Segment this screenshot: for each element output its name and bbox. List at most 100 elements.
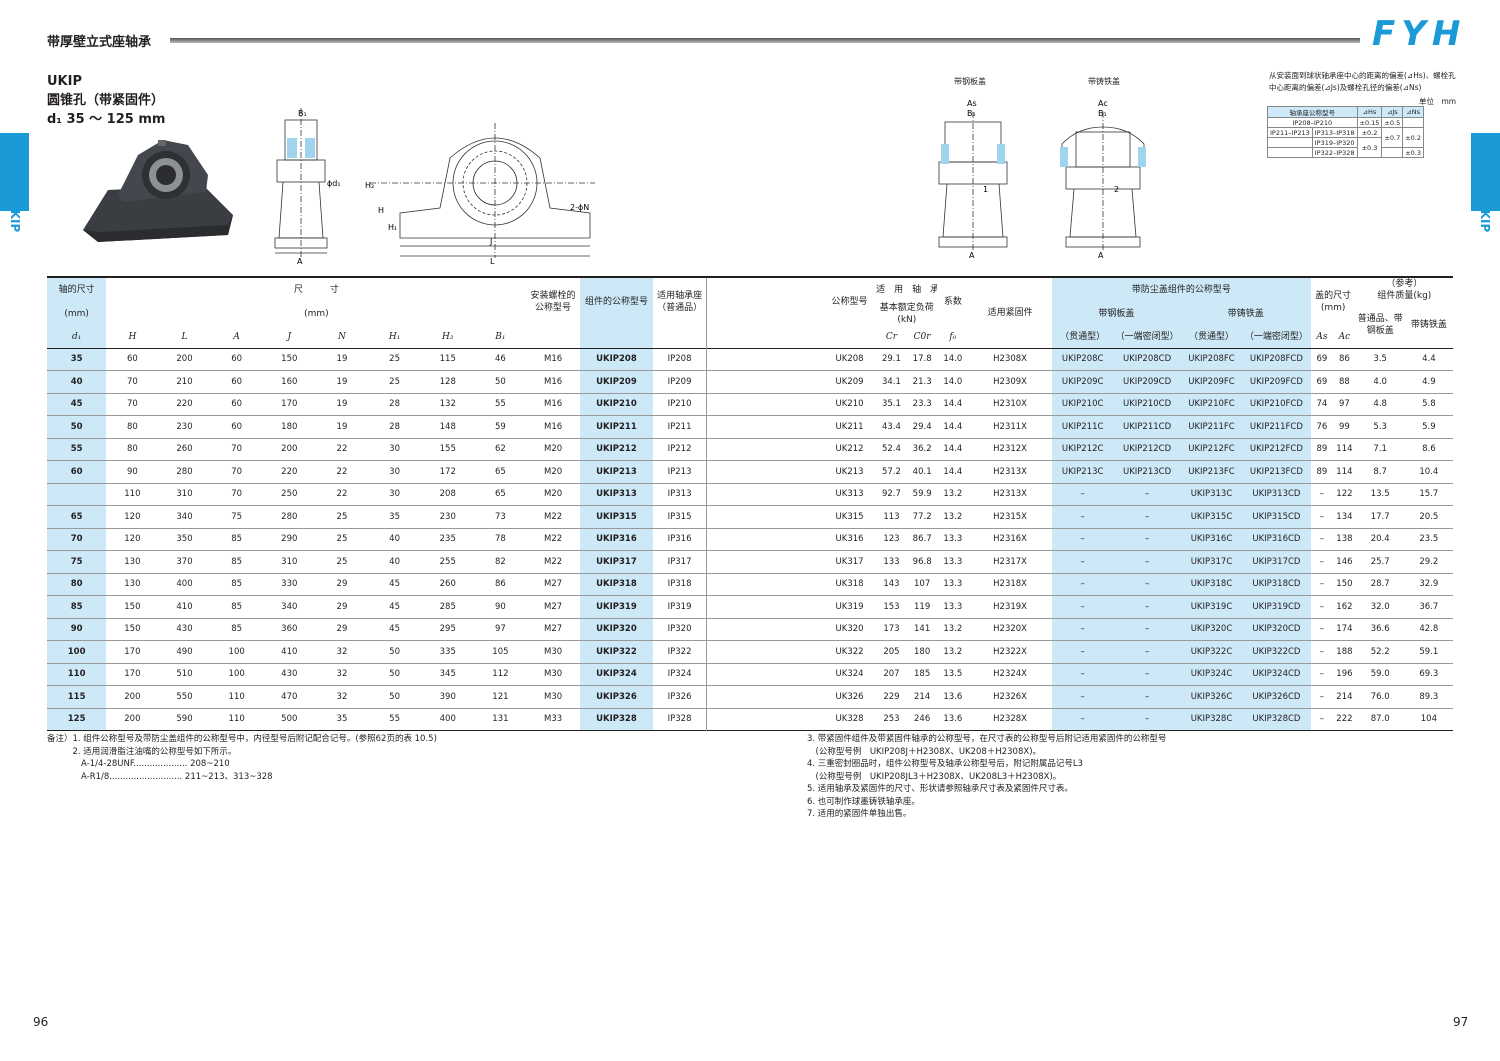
table-cell: UKIP319 (579, 595, 654, 618)
table-cell: 89.3 (1419, 691, 1439, 702)
table-cell: 62 (494, 444, 506, 455)
table-cell: H2326X (993, 691, 1027, 702)
table-cell: M16 (543, 376, 563, 387)
sym-n: N (338, 331, 346, 342)
table-cell: 214 (1336, 691, 1353, 702)
table-cell: 222 (1336, 714, 1353, 725)
table-cell: 220 (281, 466, 298, 477)
table-cell: 29 (336, 601, 348, 612)
table-cell: 4.4 (1422, 354, 1436, 365)
table-cell: 230 (176, 421, 193, 432)
table-cell: 65 (494, 466, 506, 477)
table-cell: 50 (389, 669, 400, 680)
table-cell: H2316X (993, 534, 1027, 545)
table-cell: 370 (176, 556, 193, 567)
table-cell: 25 (336, 511, 348, 522)
table-cell: 19 (336, 399, 348, 410)
table-cell: 350 (176, 534, 193, 545)
table-cell: 132 (439, 399, 456, 410)
coverdim-label: 盖的尺寸 (1315, 291, 1352, 301)
table-cell: 150 (1336, 579, 1353, 590)
table-cell: 170 (124, 669, 141, 680)
table-cell: UKIP209CD (1113, 370, 1181, 393)
table-cell: – (1113, 640, 1181, 663)
table-cell: 13.3 (943, 579, 963, 590)
label-b1-steel: B₁ (967, 109, 976, 118)
table-cell: 128 (439, 376, 456, 387)
table-cell: 335 (439, 646, 456, 657)
table-row: 70 120 350 85 290 25 40 235 78 M22 UKIP316 IP316 UK3… (47, 528, 1453, 551)
table-cell: 172 (439, 466, 456, 477)
table-cell: 45 (389, 601, 400, 612)
table-cell: – (1052, 708, 1114, 731)
table-cell: UKIP320C (1180, 618, 1243, 641)
label-ac: Ac (1098, 99, 1108, 108)
table-cell: UKIP313C (1180, 483, 1243, 506)
table-cell: 130 (124, 579, 141, 590)
spacer-cell (705, 595, 823, 618)
table-cell: M30 (543, 691, 563, 702)
table-cell: UKIP208C (1052, 348, 1114, 371)
load-sub: 基本额定负荷 (879, 303, 934, 313)
table-cell: 14.4 (943, 466, 963, 477)
spacer-cell (705, 438, 823, 461)
tol-header: ⊿Hs (1356, 106, 1383, 118)
side-label-right: UKIP (1478, 200, 1492, 233)
table-cell: 90 (494, 601, 506, 612)
table-cell: UKIP208CD (1113, 348, 1181, 371)
table-cell: UKIP317C (1180, 550, 1243, 573)
table-cell: UK208 (835, 354, 864, 365)
table-cell: UKIP211 (579, 415, 654, 438)
table-cell: 17.8 (912, 354, 932, 365)
table-cell: 104 (1420, 714, 1437, 725)
table-cell: M16 (543, 399, 563, 410)
table-cell: 5.9 (1422, 421, 1436, 432)
table-cell: 86.7 (912, 534, 932, 545)
table-cell: H2309X (993, 376, 1027, 387)
col-mass: （参考） 组件质量(kg) (1356, 277, 1453, 302)
table-cell: 229 (883, 691, 900, 702)
label-n2: 2 (1114, 185, 1119, 194)
spacer-cell (705, 505, 823, 528)
label-b1: B₁ (298, 109, 307, 118)
table-cell: 125 (47, 708, 107, 731)
table-cell: 52.4 (881, 444, 901, 455)
table-cell: UKIP212 (579, 438, 654, 461)
table-cell: 20.5 (1419, 511, 1439, 522)
label-h: H (378, 206, 384, 215)
tol-header: 轴承座公称型号 (1267, 106, 1358, 118)
table-cell: 85 (231, 534, 243, 545)
label-l: L (490, 257, 495, 266)
table-cell: 340 (176, 511, 193, 522)
table-cell: – (1113, 663, 1181, 686)
table-cell: 100 (228, 669, 245, 680)
table-cell: 150 (281, 354, 298, 365)
table-cell: M16 (543, 354, 563, 365)
table-cell: 28 (389, 421, 400, 432)
spacer-cell (705, 573, 823, 596)
col-steel-thru: （贯通型） (1052, 326, 1114, 348)
table-cell: 36.2 (912, 444, 932, 455)
table-cell: 25.7 (1370, 556, 1390, 567)
label-b1-cast: B₁ (1098, 109, 1107, 118)
table-cell: 14.0 (943, 354, 963, 365)
table-cell: 74 (1316, 399, 1328, 410)
table-cell: 59.0 (1370, 669, 1390, 680)
table-cell: UK315 (835, 511, 864, 522)
table-cell: H2308X (993, 354, 1027, 365)
table-cell: 174 (1336, 624, 1353, 635)
brand-logo: FYH (1372, 14, 1467, 54)
table-cell: – (1052, 685, 1114, 708)
table-cell: IP318 (667, 579, 692, 590)
table-cell: – (1113, 505, 1181, 528)
table-cell: M22 (543, 534, 563, 545)
table-cell: 34.1 (881, 376, 901, 387)
table-cell: 55 (389, 714, 400, 725)
table-cell: 141 (914, 624, 931, 635)
table-cell: UK322 (835, 646, 864, 657)
table-cell: IP213 (667, 466, 692, 477)
table-cell: 188 (1336, 646, 1353, 657)
table-cell: 25 (336, 556, 348, 567)
table-cell: UKIP210FCD (1242, 393, 1311, 416)
col-steel: 带钢板盖 (1052, 302, 1181, 326)
